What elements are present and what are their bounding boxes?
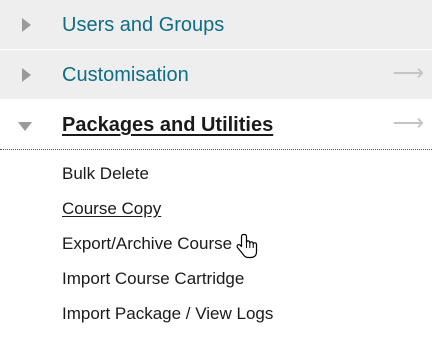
section-packages-and-utilities[interactable]: Packages and Utilities ⟶ [0, 100, 432, 150]
section-label-users-and-groups[interactable]: Users and Groups [62, 14, 224, 37]
packages-submenu: Bulk Delete Course Copy Export/Archive C… [0, 156, 432, 331]
control-panel-menu: Users and Groups Customisation ⟶ Package… [0, 0, 432, 331]
submenu-item-label[interactable]: Export/Archive Course [62, 234, 232, 253]
expand-triangle-icon[interactable] [22, 18, 31, 32]
submenu-item-import-package-view-logs[interactable]: Import Package / View Logs [0, 296, 432, 331]
section-label-customisation[interactable]: Customisation [62, 64, 189, 87]
section-label-packages-and-utilities[interactable]: Packages and Utilities [62, 114, 273, 137]
submenu-item-label[interactable]: Import Package / View Logs [62, 304, 273, 323]
submenu-item-course-copy[interactable]: Course Copy [0, 191, 432, 226]
submenu-item-label[interactable]: Import Course Cartridge [62, 269, 244, 288]
submenu-item-bulk-delete[interactable]: Bulk Delete [0, 156, 432, 191]
section-customisation[interactable]: Customisation ⟶ [0, 50, 432, 100]
expand-triangle-icon[interactable] [22, 68, 31, 82]
submenu-item-import-course-cartridge[interactable]: Import Course Cartridge [0, 261, 432, 296]
section-users-and-groups[interactable]: Users and Groups [0, 0, 432, 50]
collapse-triangle-icon[interactable] [18, 122, 32, 131]
submenu-item-label[interactable]: Bulk Delete [62, 164, 149, 183]
arrow-right-icon[interactable]: ⟶ [392, 62, 424, 84]
submenu-item-label[interactable]: Course Copy [62, 199, 161, 218]
submenu-item-export-archive-course[interactable]: Export/Archive Course [0, 226, 432, 261]
arrow-right-icon[interactable]: ⟶ [392, 112, 424, 134]
